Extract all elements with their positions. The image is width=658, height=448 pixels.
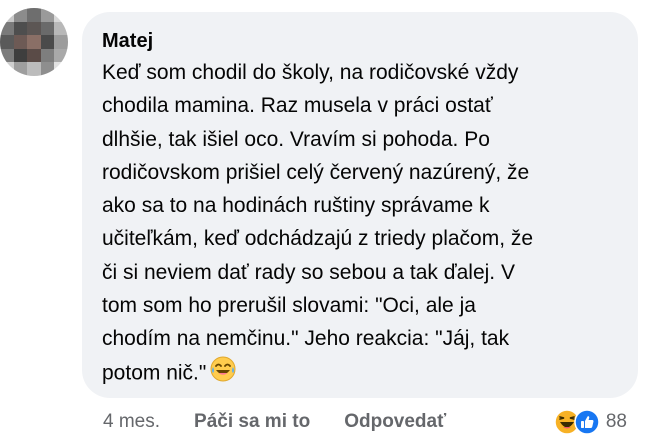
comment-line: potom nič." xyxy=(102,361,207,385)
avatar[interactable] xyxy=(0,8,68,76)
like-button[interactable]: Páči sa mi to xyxy=(194,411,310,433)
comment-line: chodila mamina. Raz musela v práci ostať xyxy=(102,94,493,118)
comment-text: Keď som chodil do školy, na rodičovské v… xyxy=(102,56,622,392)
comment-line: ako sa to na hodinách ruštiny správame k xyxy=(102,194,490,218)
comment-line: učiteľkám, keď odchádzajú z triedy plačo… xyxy=(102,227,534,251)
comment-line: Keď som chodil do školy, na rodičovské v… xyxy=(102,61,519,84)
reaction-count: 88 xyxy=(605,411,627,432)
comment-line: chodím na nemčinu." Jeho reakcia: "Jáj, … xyxy=(102,327,510,351)
comment-timestamp[interactable]: 4 mes. xyxy=(103,411,160,433)
reply-button[interactable]: Odpovedať xyxy=(344,411,446,433)
comment-line: dlhšie, tak išiel oco. Vravím si pohoda.… xyxy=(102,127,490,151)
comment-author[interactable]: Matej xyxy=(102,28,622,54)
comment-line: rodičovskom prišiel celý červený nazúren… xyxy=(102,160,530,184)
comment-bubble: Matej Keď som chodil do školy, na rodičo… xyxy=(82,12,638,398)
laughing-tears-emoji xyxy=(210,356,236,392)
comment-actions: 4 mes. Páči sa mi to Odpovedať 88 xyxy=(103,404,643,440)
comment-line: či si neviem dať rady so sebou a tak ďal… xyxy=(102,260,515,284)
like-reaction-icon xyxy=(574,409,600,435)
reaction-summary[interactable]: 88 xyxy=(554,404,627,440)
reaction-icons xyxy=(554,409,600,435)
comment-line: tom som ho prerušil slovami: "Oci, ale j… xyxy=(102,294,476,318)
